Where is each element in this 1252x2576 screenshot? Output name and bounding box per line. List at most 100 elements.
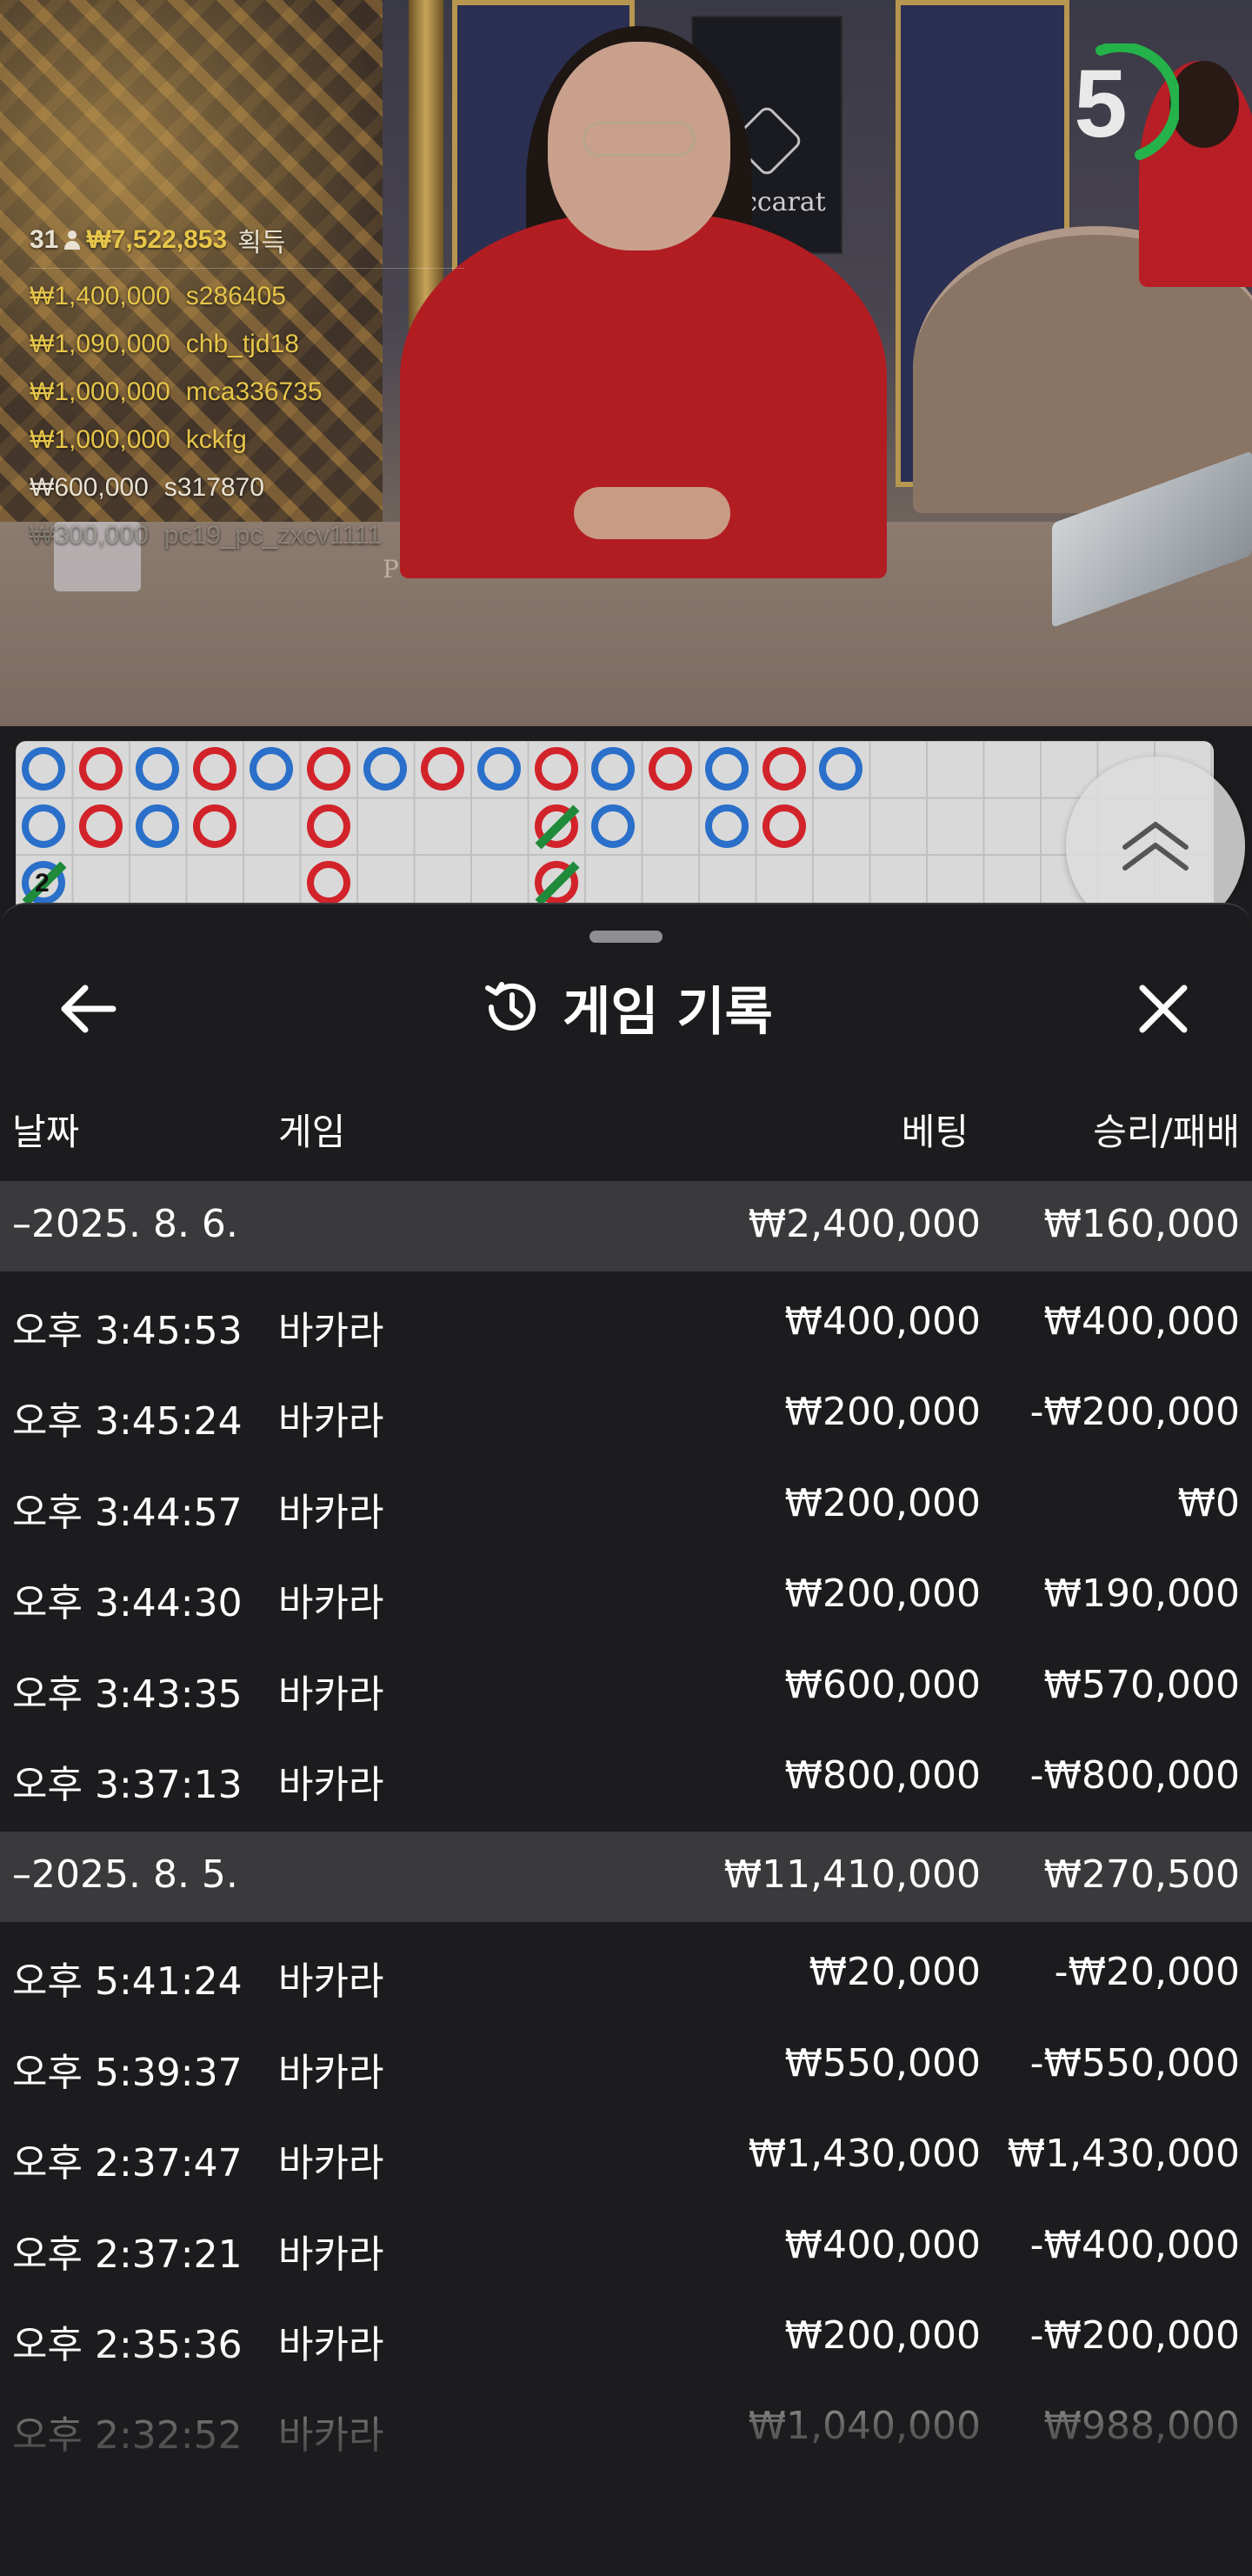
close-button[interactable] [1120,965,1207,1052]
row-game: 바카라 [278,1672,384,1717]
row-winloss: -₩800,000 [1029,1753,1240,1798]
row-bet: ₩200,000 [784,1390,981,1435]
history-row[interactable]: 오후 3:45:24 바카라 ₩200,000 -₩200,000 [0,1369,1252,1459]
banker-bead [534,747,578,791]
group-winloss-total: ₩270,500 [1043,1852,1240,1898]
group-date: –2025. 8. 5. [12,1852,238,1898]
row-game: 바카라 [278,1581,384,1626]
row-game: 바카라 [278,1399,384,1445]
history-row[interactable]: 오후 5:39:37 바카라 ₩550,000 -₩550,000 [0,2020,1252,2111]
row-winloss: -₩20,000 [1054,1950,1240,1995]
dealer-hands [574,487,730,539]
row-game: 바카라 [278,1309,384,1353]
row-winloss: ₩570,000 [1043,1662,1240,1707]
history-row[interactable]: 오후 3:45:53 바카라 ₩400,000 ₩400,000 [0,1278,1252,1369]
row-winloss: -₩200,000 [1029,1390,1240,1435]
column-header-date: 날짜 [12,1111,80,1153]
date-group-row[interactable]: –2025. 8. 5. ₩11,410,000 ₩270,500 [0,1832,1252,1923]
history-row[interactable]: 오후 5:41:24 바카라 ₩20,000 -₩20,000 [0,1929,1252,2019]
winner-amount: ₩600,000 [30,473,149,502]
row-bet: ₩550,000 [784,2040,981,2085]
row-winloss: ₩190,000 [1043,1572,1240,1617]
winners-list: 31 ₩7,522,853 획득 ₩1,400,000 s286405 ₩1,090… [30,221,464,556]
row-time: 오후 3:45:24 [12,1399,243,1445]
row-bet: ₩1,430,000 [748,2132,981,2177]
history-row[interactable]: 오후 3:44:57 바카라 ₩200,000 ₩0 [0,1460,1252,1551]
game-history-sheet: 게임 기록 날짜 게임 베팅 승리/패배 –2025. 8. 6. ₩2,400,… [0,903,1252,2576]
player-bead [250,747,293,791]
row-time: 오후 3:37:13 [12,1763,243,1807]
group-bet-total: ₩11,410,000 [723,1852,981,1898]
winner-username: s317870 [163,473,264,502]
winner-amount: ₩1,400,000 [30,282,170,310]
history-row[interactable]: 오후 3:44:30 바카라 ₩200,000 ₩190,000 [0,1551,1252,1641]
row-winloss: ₩400,000 [1043,1299,1240,1344]
player-bead [705,804,749,848]
column-header-game: 게임 [278,1111,346,1153]
winner-row: ₩1,000,000 kckfg [30,425,464,460]
history-row[interactable]: 오후 3:37:13 바카라 ₩800,000 -₩800,000 [0,1732,1252,1823]
row-game: 바카라 [278,1763,384,1807]
column-header-bet: 베팅 [901,1111,969,1153]
countdown-timer: 5 [1057,41,1182,165]
live-video-stream: Baccarat PLAYER BANKER 31 ₩7,522,853 획득 … [0,0,1252,726]
row-bet: ₩20,000 [809,1950,981,1995]
banker-bead [306,861,350,904]
column-header-winloss: 승리/패배 [1093,1111,1240,1153]
row-winloss: -₩400,000 [1029,2222,1240,2267]
winner-username: pc19_pc_zxcv1111 [163,521,382,550]
winner-row: ₩600,000 s317870 [30,473,464,508]
banker-bead [192,747,236,791]
row-winloss: ₩0 [1177,1480,1241,1525]
group-bet-total: ₩2,400,000 [748,1202,981,1246]
winner-username: chb_tjd18 [185,330,299,358]
player-bead [477,747,521,791]
countdown-number: 5 [1074,50,1128,157]
history-row[interactable]: 오후 2:32:52 바카라 ₩1,040,000 ₩988,000 [0,2383,1252,2473]
row-bet: ₩1,040,000 [748,2404,981,2449]
row-time: 오후 5:39:37 [12,2050,243,2095]
row-time: 오후 3:45:53 [12,1309,243,1353]
player-bead [819,747,862,791]
row-bet: ₩600,000 [784,1662,981,1707]
player-bead [591,804,635,848]
history-row[interactable]: 오후 2:37:21 바카라 ₩400,000 -₩400,000 [0,2202,1252,2292]
dealer-glasses [583,122,696,157]
row-time: 오후 3:44:30 [12,1581,243,1626]
winner-username: s286405 [185,282,286,310]
row-bet: ₩400,000 [784,1299,981,1344]
row-game: 바카라 [278,2323,384,2367]
winners-total-label: 획득 [237,229,286,257]
row-time: 오후 5:41:24 [12,1959,243,2005]
close-icon [1139,984,1188,1033]
banker-bead [420,747,464,791]
row-game: 바카라 [278,2050,384,2095]
history-icon [485,982,536,1031]
row-bet: ₩200,000 [784,2313,981,2358]
banker-bead [762,747,806,791]
winner-row: ₩1,000,000 mca336735 [30,377,464,412]
person-icon [63,230,81,250]
banker-bead [306,747,350,791]
player-bead [705,747,749,791]
banker-bead [78,747,123,791]
winner-row: ₩1,090,000 chb_tjd18 [30,330,464,364]
winner-amount: ₩1,090,000 [30,330,170,358]
bead-road[interactable]: 2 [16,741,1214,913]
row-bet: ₩800,000 [784,1753,981,1798]
player-bead [136,804,179,848]
history-row[interactable]: 오후 2:37:47 바카라 ₩1,430,000 ₩1,430,000 [0,2111,1252,2201]
row-game: 바카라 [278,1490,384,1535]
sheet-grabber[interactable] [589,931,663,943]
row-time: 오후 2:37:21 [12,2232,243,2277]
history-row[interactable]: 오후 2:35:36 바카라 ₩200,000 -₩200,000 [0,2292,1252,2383]
winners-total: ₩7,522,853 [86,225,228,254]
history-row[interactable]: 오후 3:43:35 바카라 ₩600,000 ₩570,000 [0,1642,1252,1732]
row-winloss: -₩550,000 [1029,2040,1240,2085]
row-time: 오후 2:37:47 [12,2141,243,2186]
winner-amount: ₩1,000,000 [30,425,170,454]
date-group-row[interactable]: –2025. 8. 6. ₩2,400,000 ₩160,000 [0,1181,1252,1271]
row-game: 바카라 [278,2141,384,2186]
row-time: 오후 2:35:36 [12,2323,243,2367]
row-game: 바카라 [278,2232,384,2277]
